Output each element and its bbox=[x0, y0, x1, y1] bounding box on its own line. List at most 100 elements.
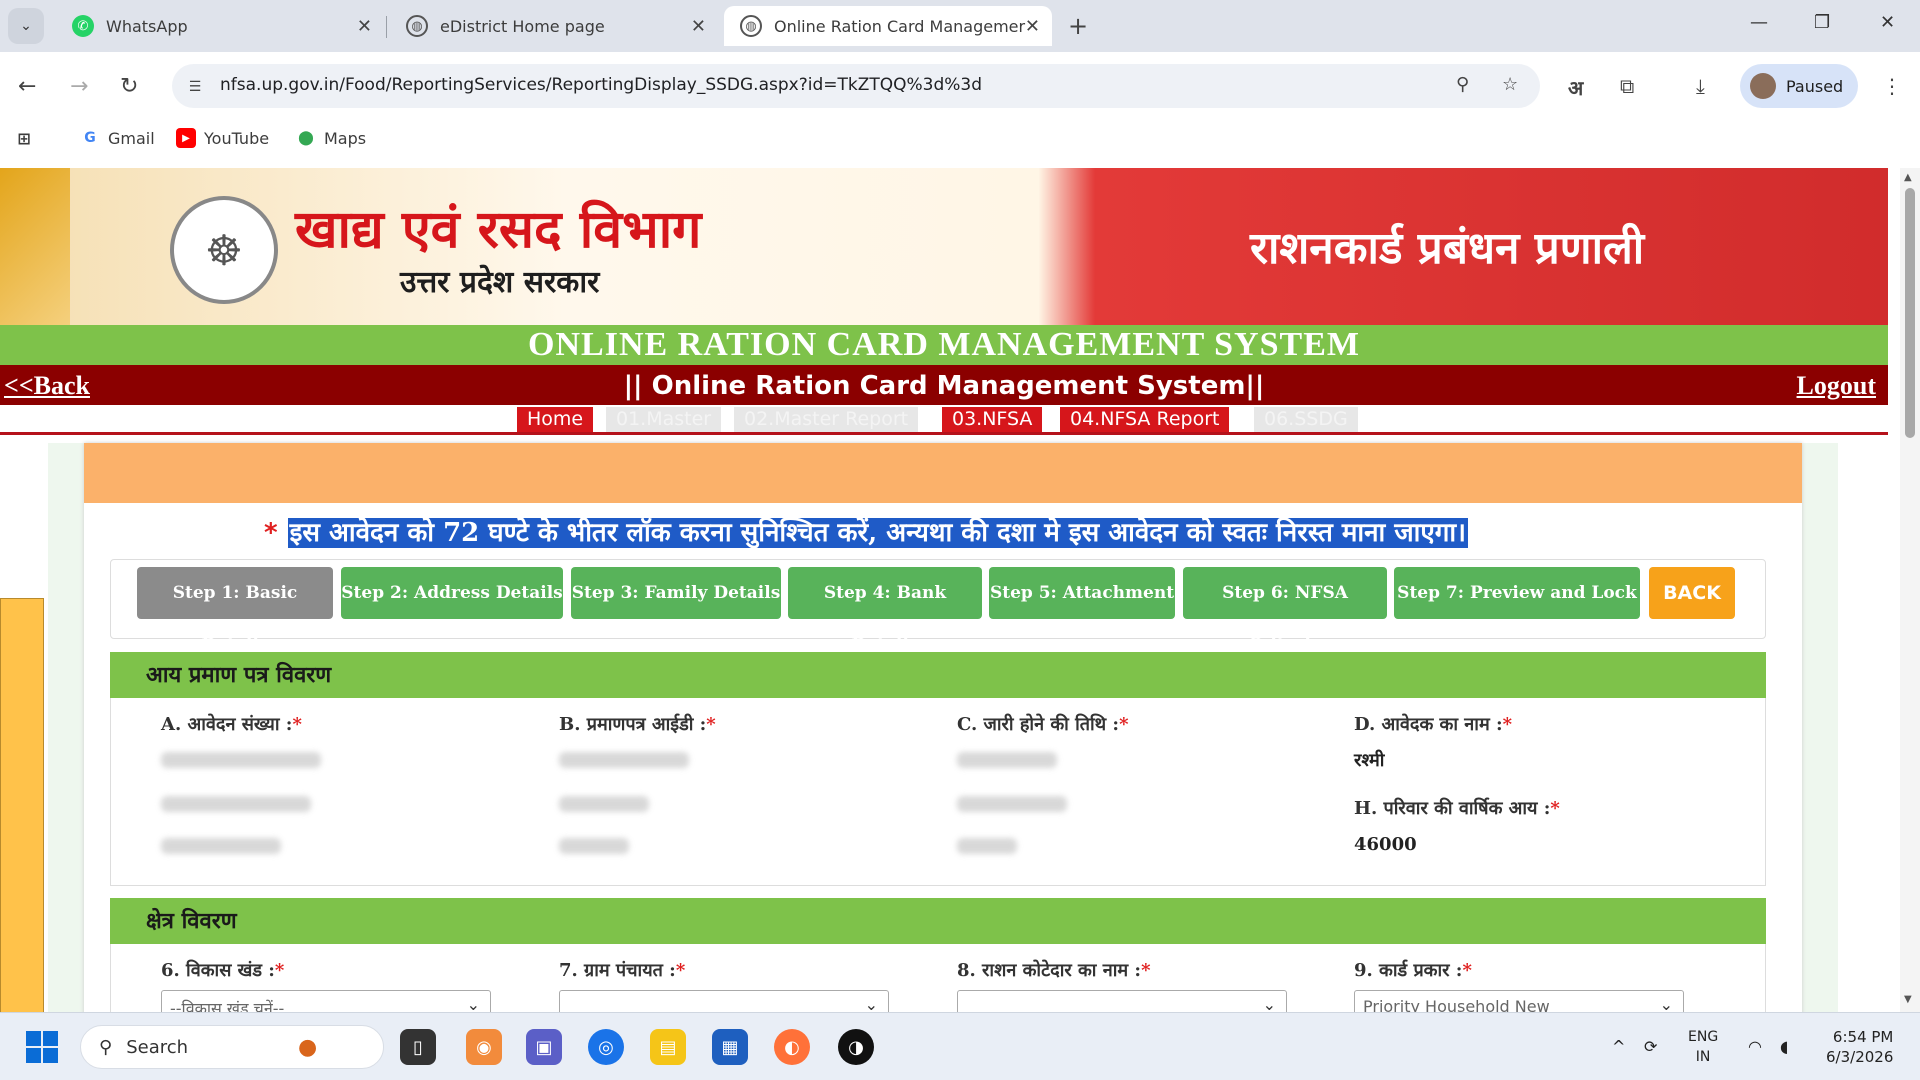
restore-icon[interactable]: ❐ bbox=[1814, 12, 1830, 33]
tab-strip: ⌄ ✆ WhatsApp ✕ ◍ eDistrict Home page ✕ ◍… bbox=[0, 0, 1920, 52]
app-badge-icon[interactable]: ◉ bbox=[466, 1029, 502, 1065]
address-bar[interactable]: ☰ nfsa.up.gov.in/Food/ReportingServices/… bbox=[172, 64, 1540, 108]
reload-icon[interactable]: ↻ bbox=[120, 74, 138, 99]
zoom-icon[interactable]: ⚲ bbox=[1456, 74, 1469, 95]
avatar bbox=[1750, 73, 1776, 99]
side-panel-tab[interactable] bbox=[0, 598, 44, 1012]
development-block-select[interactable]: --विकास खंड चुनें-- ⌄ bbox=[161, 990, 491, 1012]
tab-edistrict[interactable]: ◍ eDistrict Home page ✕ bbox=[390, 6, 718, 46]
step-bank-details[interactable]: Step 4: Bank Details bbox=[788, 567, 982, 655]
tab-title: Online Ration Card Managemer bbox=[774, 16, 1026, 36]
menu-kebab-icon[interactable]: ⋮ bbox=[1882, 74, 1902, 98]
minimize-icon[interactable]: — bbox=[1750, 12, 1768, 33]
page-scrollbar[interactable]: ▲ ▼ bbox=[1900, 168, 1920, 1012]
header-banner: ☸ खाद्य एवं रसद विभाग उत्तर प्रदेश सरकार… bbox=[0, 168, 1888, 325]
field-label-annual-income: H. परिवार की वार्षिक आय :* bbox=[1354, 798, 1560, 819]
back-button[interactable]: BACK bbox=[1649, 567, 1735, 619]
bookmarks-bar: ⊞ G Gmail ▶ YouTube ⬤ Maps bbox=[0, 120, 1920, 160]
chevron-down-icon: ⌄ bbox=[466, 995, 480, 1012]
star-icon[interactable]: ☆ bbox=[1502, 74, 1518, 95]
redacted-value bbox=[957, 752, 1057, 768]
gram-panchayat-select[interactable]: ⌄ bbox=[559, 990, 889, 1012]
wifi-icon[interactable]: ◠ bbox=[1748, 1037, 1762, 1056]
back-arrow-icon[interactable]: ← bbox=[18, 74, 36, 99]
chevron-up-icon[interactable]: ^ bbox=[1612, 1037, 1625, 1056]
step-basic-details[interactable]: Step 1: Basic Details bbox=[137, 567, 333, 655]
chrome-icon[interactable]: ◎ bbox=[588, 1029, 624, 1065]
sync-icon[interactable]: ⟳ bbox=[1644, 1037, 1657, 1056]
menu-item-home[interactable]: Home bbox=[517, 407, 594, 432]
card-type-select[interactable]: Priority Household New ⌄ bbox=[1354, 990, 1684, 1012]
bookmark-label: YouTube bbox=[204, 128, 270, 148]
language-indicator[interactable]: ENG IN bbox=[1688, 1027, 1718, 1067]
taskbar-search[interactable]: ⚲ Search ● bbox=[80, 1025, 384, 1069]
close-icon[interactable]: ✕ bbox=[691, 16, 706, 37]
field-label-development-block: 6. विकास खंड :* bbox=[161, 960, 285, 981]
web-page: ☸ खाद्य एवं रसद विभाग उत्तर प्रदेश सरकार… bbox=[0, 168, 1888, 1012]
area-section-header: क्षेत्र विवरण bbox=[110, 898, 1766, 944]
redacted-label bbox=[559, 796, 649, 812]
step-preview-and-lock[interactable]: Step 7: Preview and Lock bbox=[1394, 567, 1640, 619]
back-link[interactable]: <<Back bbox=[4, 371, 90, 401]
extensions-icon[interactable]: ⧉ bbox=[1620, 74, 1634, 98]
globe-icon: ◍ bbox=[406, 15, 428, 37]
apps-grid-icon[interactable]: ⊞ bbox=[14, 128, 42, 148]
volume-icon[interactable]: ◖ bbox=[1780, 1037, 1788, 1056]
step-family-details[interactable]: Step 3: Family Details bbox=[571, 567, 781, 619]
map-pin-icon: ⬤ bbox=[298, 130, 314, 146]
app-icon[interactable]: ◑ bbox=[838, 1029, 874, 1065]
logout-link[interactable]: Logout bbox=[1797, 371, 1876, 401]
menu-item-ssdg[interactable]: 06.SSDG bbox=[1254, 407, 1358, 432]
application-form: * इस आवेदन को 72 घण्टे के भीतर लॉक करना स… bbox=[84, 443, 1802, 1012]
scroll-up-icon[interactable]: ▲ bbox=[1904, 172, 1912, 183]
site-info-icon[interactable]: ☰ bbox=[182, 74, 208, 100]
income-section-body: A. आवेदन संख्या :* B. प्रमाणपत्र आईडी :*… bbox=[110, 698, 1766, 886]
menu-item-nfsa[interactable]: 03.NFSA bbox=[942, 407, 1043, 432]
lang-bottom: IN bbox=[1695, 1049, 1711, 1065]
ration-dealer-select[interactable]: ⌄ bbox=[957, 990, 1287, 1012]
redacted-label bbox=[957, 796, 1067, 812]
whatsapp-icon: ✆ bbox=[72, 15, 94, 37]
profile-button[interactable]: Paused bbox=[1740, 64, 1858, 108]
windows-taskbar: ⚲ Search ● ▯ ◉ ▣ ◎ ▤ ▦ ◐ ◑ ^ ⟳ ENG IN ◠ … bbox=[0, 1012, 1920, 1080]
redacted-value bbox=[161, 752, 321, 768]
menu-item-master-report[interactable]: 02.Master Report bbox=[734, 407, 919, 432]
tab-divider bbox=[386, 16, 387, 38]
menu-item-nfsa-report[interactable]: 04.NFSA Report bbox=[1060, 407, 1230, 432]
windows-start-icon[interactable] bbox=[26, 1031, 58, 1063]
teams-chat-icon[interactable]: ▣ bbox=[526, 1029, 562, 1065]
bookmark-label: Maps bbox=[324, 128, 367, 148]
firefox-icon[interactable]: ◐ bbox=[774, 1029, 810, 1065]
bookmark-gmail[interactable]: G Gmail bbox=[80, 128, 154, 148]
system-clock[interactable]: 6:54 PM 6/3/2026 bbox=[1826, 1027, 1893, 1067]
step-nfsa-criteria[interactable]: Step 6: NFSA Criteria bbox=[1183, 567, 1387, 655]
step-address-details[interactable]: Step 2: Address Details bbox=[341, 567, 563, 619]
close-window-icon[interactable]: ✕ bbox=[1880, 12, 1895, 33]
bookmark-youtube[interactable]: ▶ YouTube bbox=[176, 128, 269, 148]
tab-whatsapp[interactable]: ✆ WhatsApp ✕ bbox=[56, 6, 384, 46]
scroll-down-icon[interactable]: ▼ bbox=[1904, 994, 1912, 1005]
bookmark-maps[interactable]: ⬤ Maps bbox=[296, 128, 366, 148]
forward-arrow-icon[interactable]: → bbox=[70, 74, 88, 99]
close-icon[interactable]: ✕ bbox=[1025, 16, 1040, 37]
store-icon[interactable]: ▦ bbox=[712, 1029, 748, 1065]
download-icon[interactable]: ⤓ bbox=[1696, 74, 1705, 98]
url-text[interactable]: nfsa.up.gov.in/Food/ReportingServices/Re… bbox=[220, 75, 982, 95]
step-attachment[interactable]: Step 5: Attachment bbox=[989, 567, 1175, 619]
redacted-value bbox=[161, 838, 281, 854]
close-icon[interactable]: ✕ bbox=[357, 16, 372, 37]
translate-icon[interactable]: अ bbox=[1568, 74, 1583, 101]
lang-top: ENG bbox=[1688, 1029, 1719, 1045]
income-section-header: आय प्रमाण पत्र विवरण bbox=[110, 652, 1766, 698]
field-label-applicant-name: D. आवेदक का नाम :* bbox=[1354, 714, 1513, 735]
new-tab-button[interactable]: + bbox=[1068, 12, 1088, 40]
task-view-icon[interactable]: ▯ bbox=[400, 1029, 436, 1065]
menu-item-master[interactable]: 01.Master bbox=[606, 407, 722, 432]
tab-ration-card[interactable]: ◍ Online Ration Card Managemer ✕ bbox=[724, 6, 1052, 46]
field-label-card-type: 9. कार्ड प्रकार :* bbox=[1354, 960, 1472, 981]
tab-title: WhatsApp bbox=[106, 16, 188, 36]
tab-search-button[interactable]: ⌄ bbox=[8, 8, 44, 44]
file-explorer-icon[interactable]: ▤ bbox=[650, 1029, 686, 1065]
scrollbar-thumb[interactable] bbox=[1905, 188, 1915, 438]
step-navigation: Step 1: Basic Details Step 2: Address De… bbox=[110, 559, 1766, 655]
